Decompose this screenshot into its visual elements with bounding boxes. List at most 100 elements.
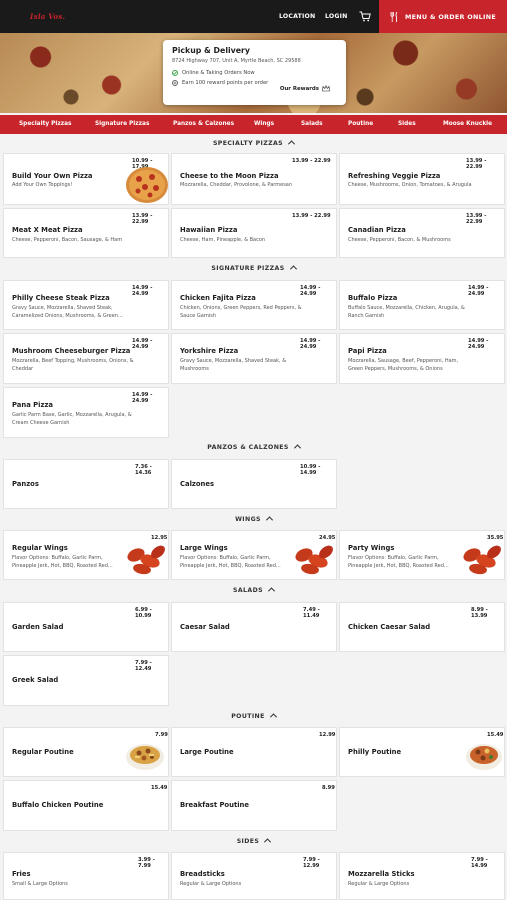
category-poutine[interactable]: Poutine (348, 121, 373, 127)
item-name: Papi Pizza (348, 347, 387, 355)
item-name: Breadsticks (180, 870, 225, 878)
menu-item-card[interactable]: 35.95 Party Wings Flavor Options: Buffal… (339, 530, 505, 580)
menu-item-card[interactable]: 3.99 - 7.99 Fries Small & Large Options (3, 852, 169, 900)
reward-points-note: Earn 100 reward points per order (182, 80, 269, 86)
item-description: Cheese, Pepperoni, Bacon, Sausage, & Ham (12, 237, 123, 243)
item-description: Sauce Garnish (180, 313, 217, 319)
section-header-specialty[interactable]: SPECIALTY PIZZAS (0, 140, 507, 148)
chevron-up-icon (289, 265, 297, 273)
item-description: Cheese, Pepperoni, Bacon, & Mushrooms (348, 237, 451, 243)
category-specialty-pizzas[interactable]: Specialty Pizzas (19, 121, 72, 127)
item-price: 14.99 - 24.99 (132, 285, 153, 297)
section-title: WINGS (235, 516, 261, 523)
section-header-signature[interactable]: SIGNATURE PIZZAS (0, 265, 507, 273)
menu-item-card[interactable]: 14.99 - 24.99 Chicken Fajita Pizza Chick… (171, 280, 337, 330)
menu-item-card[interactable]: 7.99 - 14.99 Mozzarella Sticks Regular &… (339, 852, 505, 900)
section-header-poutine[interactable]: POUTINE (0, 713, 507, 721)
item-price: 12.99 (319, 732, 336, 738)
section-header-panzos[interactable]: PANZOS & CALZONES (0, 444, 507, 452)
menu-item-card[interactable]: 14.99 - 24.99 Buffalo Pizza Buffalo Sauc… (339, 280, 505, 330)
menu-item-card[interactable]: 14.99 - 24.99 Philly Cheese Steak Pizza … (3, 280, 169, 330)
logo[interactable]: Isla Vos. (30, 12, 65, 21)
category-moose-knuckle[interactable]: Moose Knuckle (443, 121, 492, 127)
poutine-image (126, 744, 164, 770)
item-name: Philly Poutine (348, 748, 402, 756)
menu-item-card[interactable]: 13.99 - 22.99 Refreshing Veggie Pizza Ch… (339, 153, 505, 205)
category-sides[interactable]: Sides (398, 121, 416, 127)
menu-item-card[interactable]: 14.99 - 24.99 Pana Pizza Garlic Parm Bas… (3, 387, 169, 438)
menu-item-card[interactable]: 13.99 - 22.99 Canadian Pizza Cheese, Pep… (339, 208, 505, 258)
section-header-sides[interactable]: SIDES (0, 838, 507, 846)
item-price: 14.99 - 24.99 (468, 338, 489, 350)
top-nav: Isla Vos. LOCATION LOGIN MENU & ORDER ON… (0, 0, 507, 33)
nav-login-link[interactable]: LOGIN (325, 13, 348, 20)
nav-location-link[interactable]: LOCATION (279, 13, 315, 20)
item-price: 7.49 - 11.49 (303, 607, 320, 619)
item-description: Pineapple Jerk, Hot, BBQ, Roasted Red... (12, 563, 113, 569)
menu-item-card[interactable]: 14.99 - 24.99 Yorkshire Pizza Gravy Sauc… (171, 333, 337, 384)
item-name: Breakfast Poutine (180, 801, 249, 809)
menu-item-card[interactable]: 13.99 - 22.99 Cheese to the Moon Pizza M… (171, 153, 337, 205)
menu-item-card[interactable]: 13.99 - 22.99 Meat X Meat Pizza Cheese, … (3, 208, 169, 258)
item-name: Garden Salad (12, 623, 64, 631)
item-name: Chicken Caesar Salad (348, 623, 431, 631)
menu-item-card[interactable]: 6.99 - 10.99 Garden Salad (3, 602, 169, 652)
menu-item-card[interactable]: 8.99 - 13.99 Chicken Caesar Salad (339, 602, 505, 652)
menu-item-card[interactable]: 12.95 Regular Wings Flavor Options: Buff… (3, 530, 169, 580)
item-price: 7.99 - 12.99 (303, 857, 320, 869)
item-price: 13.99 - 22.99 (466, 158, 487, 170)
menu-item-card[interactable]: 7.99 Regular Poutine (3, 727, 169, 777)
poutine-image (466, 744, 502, 770)
item-description: Cheese, Ham, Pineapple, & Bacon (180, 237, 266, 243)
category-panzos-calzones[interactable]: Panzos & Calzones (173, 121, 234, 127)
section-header-wings[interactable]: WINGS (0, 516, 507, 524)
location-info-card: Pickup & Delivery 8724 Highway 707, Unit… (163, 40, 346, 105)
item-description: Regular & Large Options (180, 881, 242, 887)
category-wings[interactable]: Wings (254, 121, 274, 127)
item-description: Small & Large Options (12, 881, 68, 887)
menu-item-card[interactable]: 15.49 Philly Poutine (339, 727, 505, 777)
menu-item-card[interactable]: 24.95 Large Wings Flavor Options: Buffal… (171, 530, 337, 580)
menu-item-card[interactable]: 12.99 Large Poutine (171, 727, 337, 777)
item-price: 14.99 - 24.99 (468, 285, 489, 297)
item-name: Pana Pizza (12, 401, 53, 409)
item-price: 14.99 - 24.99 (132, 392, 153, 404)
menu-item-card[interactable]: 15.49 Buffalo Chicken Poutine (3, 780, 169, 831)
chevron-up-icon (265, 516, 273, 524)
item-price: 15.49 (487, 732, 504, 738)
our-rewards-link[interactable]: Our Rewards (280, 85, 330, 92)
menu-item-card[interactable]: 14.99 - 24.99 Papi Pizza Mozzarella, Sau… (339, 333, 505, 384)
item-name: Panzos (12, 480, 39, 488)
category-salads[interactable]: Salads (301, 121, 323, 127)
item-price: 7.36 - 14.36 (135, 464, 152, 476)
menu-item-card[interactable]: 7.99 - 12.99 Breadsticks Regular & Large… (171, 852, 337, 900)
menu-item-card[interactable]: 14.99 - 24.99 Mushroom Cheeseburger Pizz… (3, 333, 169, 384)
item-name: Cheese to the Moon Pizza (180, 172, 279, 180)
check-icon (172, 70, 178, 76)
item-name: Refreshing Veggie Pizza (348, 172, 441, 180)
item-price: 15.49 (151, 785, 168, 791)
item-price: 13.99 - 22.99 (466, 213, 487, 225)
section-header-salads[interactable]: SALADS (0, 587, 507, 595)
cart-icon[interactable] (359, 11, 371, 22)
pizza-image (126, 167, 168, 203)
section-title: PANZOS & CALZONES (207, 444, 289, 451)
item-name: Meat X Meat Pizza (12, 226, 83, 234)
item-name: Mushroom Cheeseburger Pizza (12, 347, 131, 355)
section-title: POUTINE (231, 713, 265, 720)
menu-item-card[interactable]: 7.49 - 11.49 Caesar Salad (171, 602, 337, 652)
menu-item-card[interactable]: 10.99 - 17.99 Build Your Own Pizza Add Y… (3, 153, 169, 205)
category-signature-pizzas[interactable]: Signature Pizzas (95, 121, 149, 127)
menu-order-online-button[interactable]: MENU & ORDER ONLINE (379, 0, 507, 33)
section-title: SIDES (236, 838, 260, 845)
store-address: 8724 Highway 707, Unit A, Myrtle Beach, … (172, 58, 301, 64)
menu-item-card[interactable]: 7.99 - 12.49 Greek Salad (3, 655, 169, 706)
menu-item-card[interactable]: 7.36 - 14.36 Panzos (3, 459, 169, 509)
menu-item-card[interactable]: 10.99 - 14.99 Calzones (171, 459, 337, 509)
section-title: SALADS (233, 587, 263, 594)
menu-item-card[interactable]: 13.99 - 22.99 Hawaiian Pizza Cheese, Ham… (171, 208, 337, 258)
item-description: Regular & Large Options (348, 881, 410, 887)
item-price: 13.99 - 22.99 (132, 213, 153, 225)
menu-item-card[interactable]: 8.99 Breakfast Poutine (171, 780, 337, 831)
chevron-up-icon (267, 587, 276, 595)
